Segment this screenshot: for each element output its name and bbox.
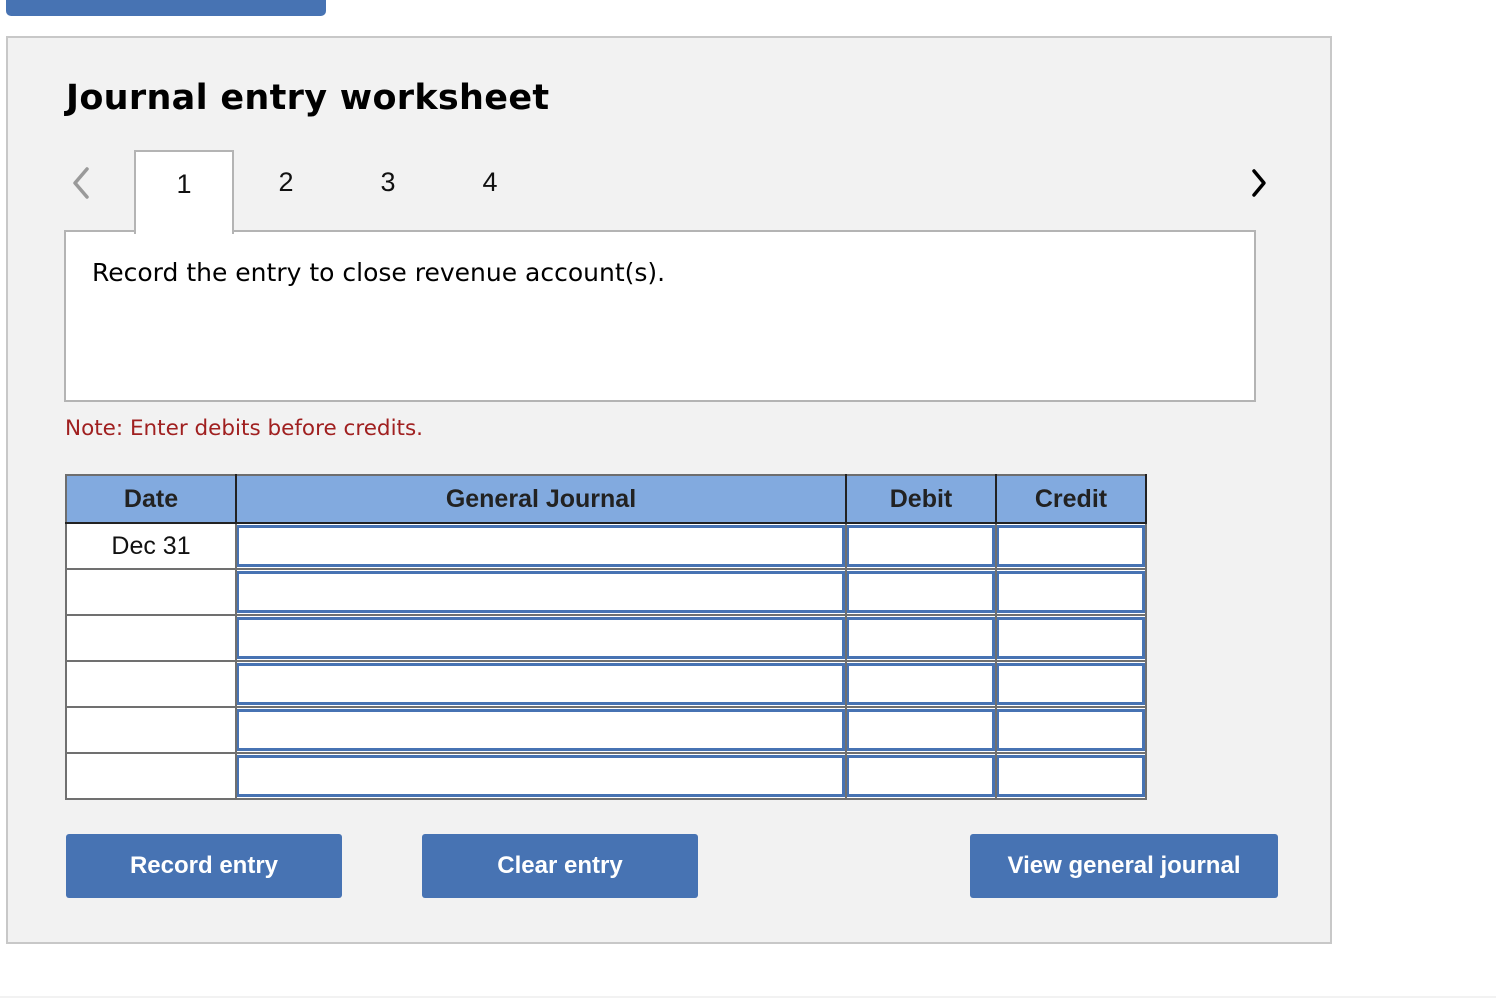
top-tab-button[interactable] [6,0,326,16]
date-cell [65,568,237,616]
table-row: Dec 31 [65,522,1147,570]
account-cell [235,568,847,616]
next-button[interactable] [1244,164,1274,202]
divider [0,996,1496,998]
tab-label: 2 [278,167,294,197]
account-input[interactable] [237,617,845,659]
account-cell [235,614,847,662]
header-debit: Debit [845,474,997,524]
date-cell [65,660,237,708]
tab-1[interactable]: 1 [134,150,234,234]
debit-input[interactable] [847,663,995,705]
header-credit: Credit [995,474,1147,524]
journal-worksheet-panel: Journal entry worksheet 1 2 3 4 Record t… [6,36,1332,944]
account-input[interactable] [237,525,845,567]
account-cell [235,660,847,708]
table-header-row: Date General Journal Debit Credit [65,474,1147,524]
chevron-right-icon [1252,169,1266,197]
credit-cell [995,660,1147,708]
account-cell [235,522,847,570]
debit-input[interactable] [847,571,995,613]
journal-table: Date General Journal Debit Credit Dec 31 [65,474,1147,800]
debit-input[interactable] [847,525,995,567]
record-entry-button[interactable]: Record entry [66,834,342,898]
account-input[interactable] [237,709,845,751]
debit-cell [845,660,997,708]
page-title: Journal entry worksheet [66,78,550,118]
date-cell [65,706,237,754]
table-body: Dec 31 [65,522,1147,800]
debit-cell [845,752,997,800]
credit-cell [995,522,1147,570]
tab-3[interactable]: 3 [338,150,438,232]
chevron-left-icon [73,167,89,199]
tab-label: 1 [176,169,192,199]
tab-2[interactable]: 2 [236,150,336,232]
credit-input[interactable] [997,755,1145,797]
account-input[interactable] [237,755,845,797]
account-input[interactable] [237,663,845,705]
table-row [65,568,1147,616]
debit-cell [845,568,997,616]
debit-input[interactable] [847,755,995,797]
tab-label: 3 [380,167,396,197]
instruction-text: Record the entry to close revenue accoun… [92,258,666,287]
account-cell [235,706,847,754]
date-cell: Dec 31 [65,522,237,570]
debit-cell [845,706,997,754]
table-row [65,660,1147,708]
instruction-box: Record the entry to close revenue accoun… [64,230,1256,402]
account-cell [235,752,847,800]
table-row [65,614,1147,662]
table-row [65,752,1147,800]
credit-input[interactable] [997,709,1145,751]
table-row [65,706,1147,754]
credit-input[interactable] [997,663,1145,705]
note-text: Note: Enter debits before credits. [65,416,424,441]
tab-label: 4 [482,167,498,197]
account-input[interactable] [237,571,845,613]
credit-cell [995,614,1147,662]
credit-input[interactable] [997,617,1145,659]
debit-input[interactable] [847,709,995,751]
credit-cell [995,568,1147,616]
debit-input[interactable] [847,617,995,659]
credit-input[interactable] [997,525,1145,567]
credit-cell [995,752,1147,800]
clear-entry-button[interactable]: Clear entry [422,834,698,898]
debit-cell [845,614,997,662]
view-general-journal-button[interactable]: View general journal [970,834,1278,898]
debit-cell [845,522,997,570]
date-cell [65,614,237,662]
tab-4[interactable]: 4 [440,150,540,232]
date-cell [65,752,237,800]
credit-input[interactable] [997,571,1145,613]
header-date: Date [65,474,237,524]
prev-button[interactable] [66,164,96,202]
credit-cell [995,706,1147,754]
header-general-journal: General Journal [235,474,847,524]
